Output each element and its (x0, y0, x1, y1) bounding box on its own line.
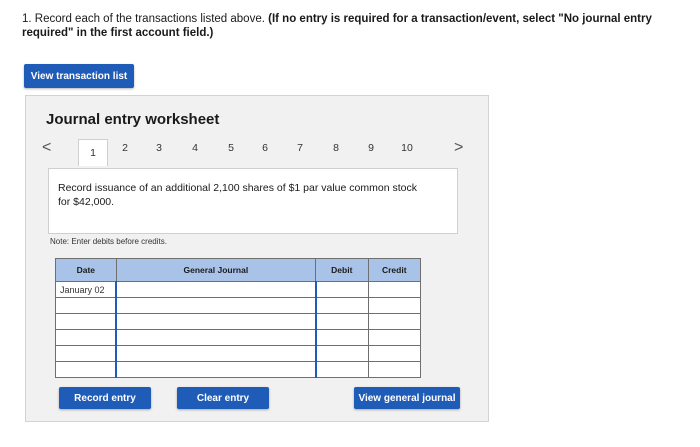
date-cell[interactable] (55, 313, 117, 330)
tab-1[interactable]: 1 (78, 139, 108, 166)
journal-entry-table: Date General Journal Debit Credit Januar… (55, 258, 421, 378)
debit-input[interactable] (315, 297, 369, 314)
credit-input[interactable] (367, 361, 421, 378)
table-header-row: Date General Journal Debit Credit (55, 258, 421, 282)
tab-10[interactable]: 10 (397, 142, 417, 154)
credit-input[interactable] (367, 297, 421, 314)
debit-input[interactable] (315, 313, 369, 330)
date-cell[interactable] (55, 361, 117, 378)
table-row (55, 297, 421, 314)
prev-arrow-icon[interactable]: < (42, 139, 51, 157)
credit-header: Credit (367, 258, 421, 282)
date-cell[interactable] (55, 345, 117, 362)
table-row (55, 329, 421, 346)
account-select[interactable] (115, 329, 317, 346)
date-cell[interactable]: January 02 (55, 281, 117, 298)
worksheet-title: Journal entry worksheet (46, 111, 220, 128)
account-select[interactable] (115, 361, 317, 378)
question-text: 1. Record each of the transactions liste… (22, 12, 692, 40)
tab-3[interactable]: 3 (149, 142, 169, 154)
debit-input[interactable] (315, 361, 369, 378)
tab-9[interactable]: 9 (361, 142, 381, 154)
credit-input[interactable] (367, 313, 421, 330)
view-general-journal-button[interactable]: View general journal (354, 387, 460, 409)
account-select[interactable] (115, 345, 317, 362)
credit-input[interactable] (367, 329, 421, 346)
transaction-description: Record issuance of an additional 2,100 s… (58, 182, 417, 208)
date-header: Date (55, 258, 117, 282)
table-row (55, 313, 421, 330)
date-cell[interactable] (55, 297, 117, 314)
tab-8[interactable]: 8 (326, 142, 346, 154)
tab-2[interactable]: 2 (115, 142, 135, 154)
tab-5[interactable]: 5 (221, 142, 241, 154)
account-select[interactable] (115, 313, 317, 330)
debit-input[interactable] (315, 281, 369, 298)
worksheet-tab-bar: < 1 2 3 4 5 6 7 8 9 10 > (40, 139, 470, 166)
credit-input[interactable] (367, 281, 421, 298)
tab-6[interactable]: 6 (255, 142, 275, 154)
account-select[interactable] (115, 281, 317, 298)
account-select[interactable] (115, 297, 317, 314)
debit-input[interactable] (315, 345, 369, 362)
question-instruction: 1. Record each of the transactions liste… (22, 13, 269, 25)
debit-credit-note: Note: Enter debits before credits. (50, 237, 167, 246)
tab-7[interactable]: 7 (290, 142, 310, 154)
credit-input[interactable] (367, 345, 421, 362)
table-row (55, 361, 421, 378)
debit-header: Debit (315, 258, 369, 282)
tab-4[interactable]: 4 (185, 142, 205, 154)
general-journal-header: General Journal (115, 258, 317, 282)
clear-entry-button[interactable]: Clear entry (177, 387, 269, 409)
next-arrow-icon[interactable]: > (454, 139, 463, 157)
table-row (55, 345, 421, 362)
debit-input[interactable] (315, 329, 369, 346)
view-transaction-list-button[interactable]: View transaction list (24, 64, 134, 88)
table-row: January 02 (55, 281, 421, 298)
date-cell[interactable] (55, 329, 117, 346)
record-entry-button[interactable]: Record entry (59, 387, 151, 409)
